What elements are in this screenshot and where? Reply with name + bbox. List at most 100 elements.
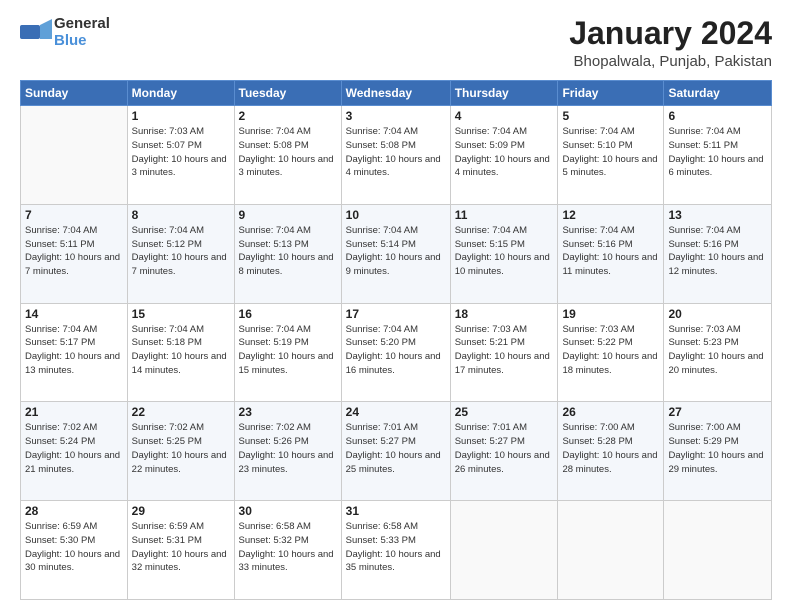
day-number: 27 bbox=[668, 405, 767, 419]
weekday-monday: Monday bbox=[127, 81, 234, 106]
sunrise-text: Sunrise: 7:04 AM bbox=[562, 225, 634, 236]
daylight-text: Daylight: 10 hours and 4 minutes. bbox=[346, 154, 441, 179]
calendar-cell: 18 Sunrise: 7:03 AM Sunset: 5:21 PM Dayl… bbox=[450, 303, 558, 402]
calendar-cell: 23 Sunrise: 7:02 AM Sunset: 5:26 PM Dayl… bbox=[234, 402, 341, 501]
sunrise-text: Sunrise: 7:04 AM bbox=[239, 225, 311, 236]
sunset-text: Sunset: 5:29 PM bbox=[668, 436, 738, 447]
day-number: 1 bbox=[132, 109, 230, 123]
day-number: 15 bbox=[132, 307, 230, 321]
daylight-text: Daylight: 10 hours and 14 minutes. bbox=[132, 351, 227, 376]
calendar-cell: 30 Sunrise: 6:58 AM Sunset: 5:32 PM Dayl… bbox=[234, 501, 341, 600]
day-info: Sunrise: 7:04 AM Sunset: 5:14 PM Dayligh… bbox=[346, 224, 446, 279]
sunrise-text: Sunrise: 7:04 AM bbox=[346, 126, 418, 137]
weekday-wednesday: Wednesday bbox=[341, 81, 450, 106]
day-info: Sunrise: 7:00 AM Sunset: 5:29 PM Dayligh… bbox=[668, 421, 767, 476]
day-info: Sunrise: 7:01 AM Sunset: 5:27 PM Dayligh… bbox=[346, 421, 446, 476]
sunset-text: Sunset: 5:10 PM bbox=[562, 140, 632, 151]
day-number: 28 bbox=[25, 504, 123, 518]
calendar-cell: 26 Sunrise: 7:00 AM Sunset: 5:28 PM Dayl… bbox=[558, 402, 664, 501]
daylight-text: Daylight: 10 hours and 16 minutes. bbox=[346, 351, 441, 376]
calendar-cell: 12 Sunrise: 7:04 AM Sunset: 5:16 PM Dayl… bbox=[558, 204, 664, 303]
week-row-4: 21 Sunrise: 7:02 AM Sunset: 5:24 PM Dayl… bbox=[21, 402, 772, 501]
daylight-text: Daylight: 10 hours and 32 minutes. bbox=[132, 549, 227, 574]
day-number: 10 bbox=[346, 208, 446, 222]
calendar-cell: 28 Sunrise: 6:59 AM Sunset: 5:30 PM Dayl… bbox=[21, 501, 128, 600]
day-number: 13 bbox=[668, 208, 767, 222]
weekday-saturday: Saturday bbox=[664, 81, 772, 106]
day-number: 31 bbox=[346, 504, 446, 518]
day-info: Sunrise: 7:04 AM Sunset: 5:09 PM Dayligh… bbox=[455, 125, 554, 180]
location-title: Bhopalwala, Punjab, Pakistan bbox=[569, 53, 772, 70]
day-number: 21 bbox=[25, 405, 123, 419]
sunrise-text: Sunrise: 7:04 AM bbox=[562, 126, 634, 137]
calendar-cell: 10 Sunrise: 7:04 AM Sunset: 5:14 PM Dayl… bbox=[341, 204, 450, 303]
sunset-text: Sunset: 5:08 PM bbox=[239, 140, 309, 151]
daylight-text: Daylight: 10 hours and 22 minutes. bbox=[132, 450, 227, 475]
sunset-text: Sunset: 5:14 PM bbox=[346, 239, 416, 250]
week-row-2: 7 Sunrise: 7:04 AM Sunset: 5:11 PM Dayli… bbox=[21, 204, 772, 303]
daylight-text: Daylight: 10 hours and 28 minutes. bbox=[562, 450, 657, 475]
calendar-cell: 24 Sunrise: 7:01 AM Sunset: 5:27 PM Dayl… bbox=[341, 402, 450, 501]
daylight-text: Daylight: 10 hours and 23 minutes. bbox=[239, 450, 334, 475]
sunset-text: Sunset: 5:19 PM bbox=[239, 337, 309, 348]
daylight-text: Daylight: 10 hours and 11 minutes. bbox=[562, 252, 657, 277]
weekday-tuesday: Tuesday bbox=[234, 81, 341, 106]
calendar-cell: 9 Sunrise: 7:04 AM Sunset: 5:13 PM Dayli… bbox=[234, 204, 341, 303]
day-number: 5 bbox=[562, 109, 659, 123]
day-info: Sunrise: 7:02 AM Sunset: 5:26 PM Dayligh… bbox=[239, 421, 337, 476]
daylight-text: Daylight: 10 hours and 6 minutes. bbox=[668, 154, 763, 179]
day-info: Sunrise: 6:59 AM Sunset: 5:30 PM Dayligh… bbox=[25, 520, 123, 575]
day-info: Sunrise: 6:58 AM Sunset: 5:32 PM Dayligh… bbox=[239, 520, 337, 575]
daylight-text: Daylight: 10 hours and 15 minutes. bbox=[239, 351, 334, 376]
daylight-text: Daylight: 10 hours and 3 minutes. bbox=[132, 154, 227, 179]
day-number: 8 bbox=[132, 208, 230, 222]
daylight-text: Daylight: 10 hours and 8 minutes. bbox=[239, 252, 334, 277]
calendar-cell bbox=[664, 501, 772, 600]
week-row-3: 14 Sunrise: 7:04 AM Sunset: 5:17 PM Dayl… bbox=[21, 303, 772, 402]
sunrise-text: Sunrise: 7:03 AM bbox=[455, 324, 527, 335]
daylight-text: Daylight: 10 hours and 25 minutes. bbox=[346, 450, 441, 475]
daylight-text: Daylight: 10 hours and 35 minutes. bbox=[346, 549, 441, 574]
sunrise-text: Sunrise: 7:01 AM bbox=[455, 422, 527, 433]
sunrise-text: Sunrise: 7:04 AM bbox=[346, 324, 418, 335]
sunrise-text: Sunrise: 7:00 AM bbox=[562, 422, 634, 433]
daylight-text: Daylight: 10 hours and 26 minutes. bbox=[455, 450, 550, 475]
sunset-text: Sunset: 5:08 PM bbox=[346, 140, 416, 151]
sunset-text: Sunset: 5:07 PM bbox=[132, 140, 202, 151]
sunrise-text: Sunrise: 7:04 AM bbox=[132, 324, 204, 335]
sunrise-text: Sunrise: 7:04 AM bbox=[346, 225, 418, 236]
calendar-cell bbox=[21, 106, 128, 205]
daylight-text: Daylight: 10 hours and 17 minutes. bbox=[455, 351, 550, 376]
sunrise-text: Sunrise: 7:02 AM bbox=[25, 422, 97, 433]
sunset-text: Sunset: 5:15 PM bbox=[455, 239, 525, 250]
day-info: Sunrise: 7:01 AM Sunset: 5:27 PM Dayligh… bbox=[455, 421, 554, 476]
day-info: Sunrise: 7:04 AM Sunset: 5:20 PM Dayligh… bbox=[346, 323, 446, 378]
sunset-text: Sunset: 5:26 PM bbox=[239, 436, 309, 447]
sunset-text: Sunset: 5:18 PM bbox=[132, 337, 202, 348]
day-info: Sunrise: 7:03 AM Sunset: 5:22 PM Dayligh… bbox=[562, 323, 659, 378]
day-info: Sunrise: 7:03 AM Sunset: 5:21 PM Dayligh… bbox=[455, 323, 554, 378]
title-block: January 2024 Bhopalwala, Punjab, Pakista… bbox=[569, 16, 772, 70]
sunset-text: Sunset: 5:25 PM bbox=[132, 436, 202, 447]
sunset-text: Sunset: 5:27 PM bbox=[346, 436, 416, 447]
sunset-text: Sunset: 5:20 PM bbox=[346, 337, 416, 348]
day-number: 17 bbox=[346, 307, 446, 321]
sunset-text: Sunset: 5:13 PM bbox=[239, 239, 309, 250]
day-number: 12 bbox=[562, 208, 659, 222]
day-number: 26 bbox=[562, 405, 659, 419]
day-info: Sunrise: 7:00 AM Sunset: 5:28 PM Dayligh… bbox=[562, 421, 659, 476]
day-info: Sunrise: 7:04 AM Sunset: 5:19 PM Dayligh… bbox=[239, 323, 337, 378]
sunrise-text: Sunrise: 6:58 AM bbox=[239, 521, 311, 532]
day-info: Sunrise: 7:04 AM Sunset: 5:11 PM Dayligh… bbox=[668, 125, 767, 180]
day-info: Sunrise: 7:04 AM Sunset: 5:17 PM Dayligh… bbox=[25, 323, 123, 378]
day-info: Sunrise: 7:04 AM Sunset: 5:12 PM Dayligh… bbox=[132, 224, 230, 279]
page: General Blue January 2024 Bhopalwala, Pu… bbox=[0, 0, 792, 612]
day-number: 7 bbox=[25, 208, 123, 222]
day-info: Sunrise: 7:04 AM Sunset: 5:18 PM Dayligh… bbox=[132, 323, 230, 378]
sunrise-text: Sunrise: 7:02 AM bbox=[239, 422, 311, 433]
sunset-text: Sunset: 5:21 PM bbox=[455, 337, 525, 348]
sunrise-text: Sunrise: 7:04 AM bbox=[455, 126, 527, 137]
daylight-text: Daylight: 10 hours and 3 minutes. bbox=[239, 154, 334, 179]
week-row-5: 28 Sunrise: 6:59 AM Sunset: 5:30 PM Dayl… bbox=[21, 501, 772, 600]
daylight-text: Daylight: 10 hours and 9 minutes. bbox=[346, 252, 441, 277]
